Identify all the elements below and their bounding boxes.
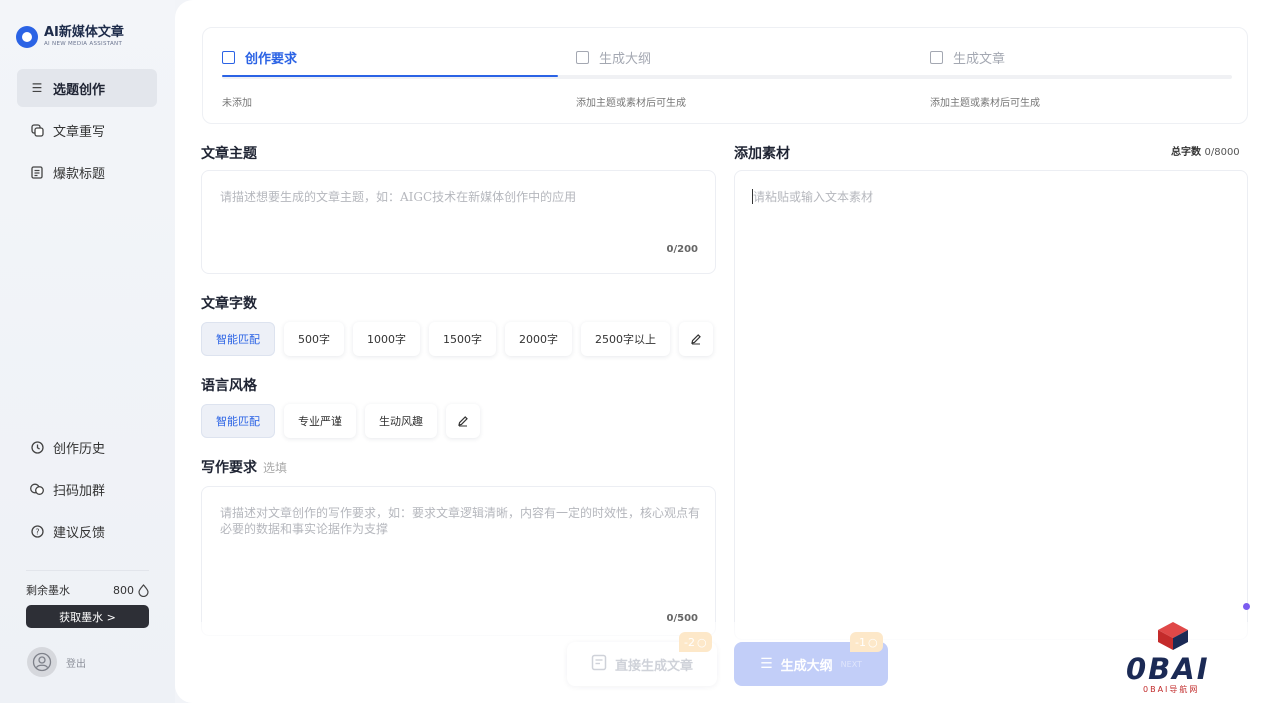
style-option-smart[interactable]: 智能匹配 xyxy=(201,404,275,438)
style-label: 语言风格 xyxy=(201,378,257,394)
watermark-subtext: 0BAI导航网 xyxy=(1143,685,1200,694)
document-icon xyxy=(30,165,44,179)
requirements-placeholder: 请描述对文章创作的写作要求，如：要求文章逻辑清晰，内容有一定的时效性，核心观点有… xyxy=(220,506,701,536)
step-progress: 创作要求 生成大纲 生成文章 未添加 添加主题或素材后可生成 添加主题或素材后可… xyxy=(202,27,1248,124)
length-option-2500-plus[interactable]: 2500字以上 xyxy=(581,322,670,356)
length-option-smart[interactable]: 智能匹配 xyxy=(201,322,275,356)
step-status: 未添加 xyxy=(222,98,252,109)
sidebar-item-history[interactable]: 创作历史 xyxy=(17,428,157,466)
action-bar xyxy=(175,622,1280,703)
rewrite-icon xyxy=(30,123,44,137)
topic-placeholder: 请描述想要生成的文章主题，如：AIGC技术在新媒体创作中的应用 xyxy=(220,190,577,204)
app-title: AI新媒体文章 xyxy=(44,25,124,40)
length-option-2000[interactable]: 2000字 xyxy=(505,322,572,356)
sidebar-item-label: 建议反馈 xyxy=(53,525,106,541)
style-option-lively[interactable]: 生动风趣 xyxy=(365,404,437,438)
sidebar-item-topic-creation[interactable]: ☰ 选题创作 xyxy=(17,69,157,107)
style-option-professional[interactable]: 专业严谨 xyxy=(284,404,356,438)
main-panel: 创作要求 生成大纲 生成文章 未添加 添加主题或素材后可生成 添加主题或素材后可… xyxy=(175,0,1280,703)
ink-drop-icon xyxy=(138,583,149,597)
sidebar-nav-main: ☰ 选题创作 文章重写 爆款标题 xyxy=(17,69,157,195)
pencil-icon xyxy=(458,416,468,427)
ink-balance: 剩余墨水 800 xyxy=(26,570,149,598)
avatar[interactable] xyxy=(27,647,57,677)
app-logo[interactable]: AI新媒体文章 AI NEW MEDIA ASSISTANT xyxy=(16,25,124,48)
chat-group-icon xyxy=(30,482,44,496)
file-icon xyxy=(930,51,943,64)
logout-link[interactable]: 登出 xyxy=(66,655,86,670)
topic-label: 文章主题 xyxy=(201,146,257,162)
list-icon: ☰ xyxy=(31,81,43,95)
svg-text:?: ? xyxy=(35,527,39,536)
sidebar-item-feedback[interactable]: ? 建议反馈 xyxy=(17,512,157,550)
step-outline[interactable]: 生成大纲 xyxy=(576,48,651,67)
style-custom-button[interactable] xyxy=(446,404,480,438)
clock-icon xyxy=(30,440,44,454)
style-options: 智能匹配 专业严谨 生动风趣 xyxy=(201,404,489,438)
ink-drop-icon: ○ xyxy=(696,635,707,649)
topic-counter: 0/200 xyxy=(666,244,698,255)
pencil-icon xyxy=(691,334,701,345)
logo-icon xyxy=(16,25,38,48)
layout-icon xyxy=(576,51,589,64)
app-subtitle: AI NEW MEDIA ASSISTANT xyxy=(44,41,123,47)
sidebar-item-label: 选题创作 xyxy=(53,82,106,98)
length-option-1000[interactable]: 1000字 xyxy=(353,322,420,356)
sidebar-item-join-group[interactable]: 扫码加群 xyxy=(17,470,157,508)
cube-logo-icon xyxy=(1158,622,1188,650)
length-label: 文章字数 xyxy=(201,296,257,312)
ink-value: 800 xyxy=(113,583,134,597)
sidebar-item-label: 创作历史 xyxy=(53,441,106,457)
total-word-value: 0/8000 xyxy=(1204,147,1240,158)
divider xyxy=(26,570,149,571)
topic-input[interactable]: 请描述想要生成的文章主题，如：AIGC技术在新媒体创作中的应用 0/200 xyxy=(201,170,716,274)
calendar-icon xyxy=(222,51,235,64)
material-placeholder: 请粘贴或输入文本素材 xyxy=(753,190,874,204)
sidebar-item-label: 爆款标题 xyxy=(53,166,106,182)
next-hint: NEXT xyxy=(840,659,862,669)
sidebar: AI新媒体文章 AI NEW MEDIA ASSISTANT ☰ 选题创作 文章… xyxy=(0,0,175,703)
sidebar-item-label: 文章重写 xyxy=(53,124,106,140)
length-custom-button[interactable] xyxy=(679,322,713,356)
material-input[interactable]: 请粘贴或输入文本素材 xyxy=(734,170,1248,640)
user-icon xyxy=(32,652,52,672)
length-options: 智能匹配 500字 1000字 1500字 2000字 2500字以上 xyxy=(201,322,722,356)
watermark-text: 0BAI xyxy=(1126,652,1210,686)
length-option-1500[interactable]: 1500字 xyxy=(429,322,496,356)
total-word-count: 总字数 0/8000 xyxy=(1171,147,1240,158)
material-label: 添加素材 xyxy=(734,146,790,162)
step-status: 添加主题或素材后可生成 xyxy=(576,98,686,109)
sidebar-item-article-rewrite[interactable]: 文章重写 xyxy=(17,111,157,149)
user-area: 登出 xyxy=(27,647,86,677)
length-option-500[interactable]: 500字 xyxy=(284,322,344,356)
optional-tag: 选填 xyxy=(263,461,288,475)
sidebar-item-label: 扫码加群 xyxy=(53,483,106,499)
requirements-label: 写作要求 选填 xyxy=(201,460,288,476)
ink-label: 剩余墨水 xyxy=(26,584,70,597)
sidebar-item-hot-titles[interactable]: 爆款标题 xyxy=(17,153,157,191)
step-status: 添加主题或素材后可生成 xyxy=(930,98,1040,109)
step-requirements[interactable]: 创作要求 xyxy=(222,48,297,67)
help-circle-icon: ? xyxy=(30,524,44,538)
floating-indicator-dot[interactable] xyxy=(1243,603,1250,610)
outline-cost-badge: -1 ○ xyxy=(850,632,883,652)
step-article[interactable]: 生成文章 xyxy=(930,48,1005,67)
ink-drop-icon: ○ xyxy=(867,635,878,649)
sidebar-nav-secondary: 创作历史 扫码加群 ? 建议反馈 xyxy=(17,428,157,554)
document-icon xyxy=(591,654,607,675)
get-ink-button[interactable]: 获取墨水 > xyxy=(26,605,149,628)
requirements-input[interactable]: 请描述对文章创作的写作要求，如：要求文章逻辑清晰，内容有一定的时效性，核心观点有… xyxy=(201,486,716,636)
progress-bar xyxy=(222,75,1232,79)
list-icon: ☰ xyxy=(760,656,773,672)
progress-fill xyxy=(222,75,559,77)
direct-cost-badge: -2 ○ xyxy=(679,632,712,652)
watermark-logo: 0BAI 0BAI导航网 xyxy=(1123,618,1223,696)
